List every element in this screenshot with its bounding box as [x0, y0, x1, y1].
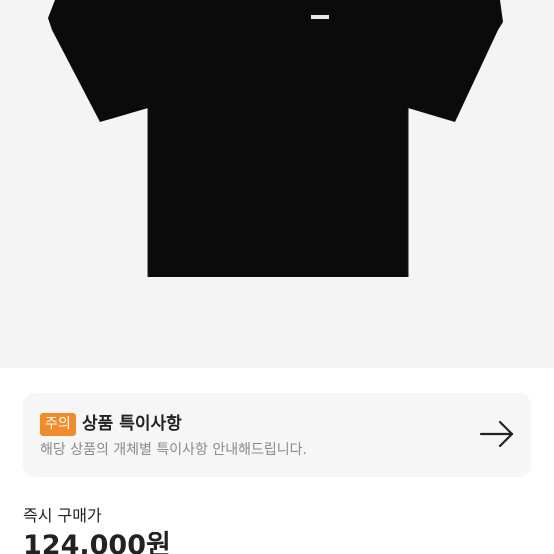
price-label: 즉시 구매가 — [23, 506, 102, 525]
product-image[interactable] — [0, 0, 554, 368]
warning-badge: 주의 — [40, 413, 76, 436]
tshirt-image — [48, 0, 503, 277]
chest-logo — [311, 15, 329, 19]
product-detail-page: 주의 상품 특이사항 해당 상품의 개체별 특이사항 안내해드립니다. 즉시 구… — [0, 0, 554, 554]
tshirt-body — [48, 0, 503, 277]
arrow-right-icon[interactable] — [479, 420, 515, 448]
notice-description: 해당 상품의 개체별 특이사항 안내해드립니다. — [40, 442, 307, 458]
price-value: 124,000원 — [23, 530, 171, 554]
product-notice-card[interactable]: 주의 상품 특이사항 해당 상품의 개체별 특이사항 안내해드립니다. — [23, 393, 531, 477]
notice-title: 상품 특이사항 — [82, 414, 182, 434]
